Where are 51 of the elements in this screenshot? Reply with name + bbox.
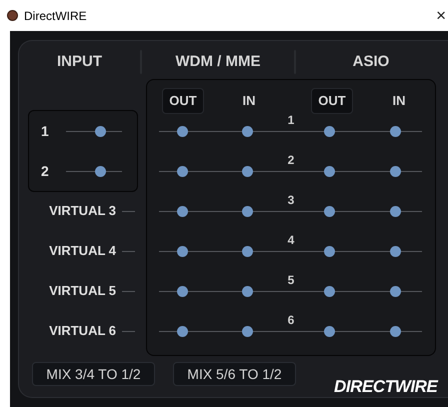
column-label: IN [392,92,406,110]
channel-number: 2 [288,154,294,166]
input-label: 1 [41,122,50,140]
route-node[interactable] [177,246,188,257]
mix-button[interactable]: MIX 5/6 TO 1/2 [173,362,296,386]
input-label: VIRTUAL 6 [49,322,116,340]
route-node[interactable] [390,286,401,297]
column-label: OUT [162,88,204,114]
column-group-header: WDM / MME [176,52,260,72]
route-node[interactable] [390,166,401,177]
input-label: VIRTUAL 4 [49,242,116,260]
route-node[interactable] [177,286,188,297]
column-group-header: INPUT [57,52,102,72]
route-node[interactable] [177,166,188,177]
route-node[interactable] [242,126,253,137]
route-node[interactable] [390,126,401,137]
route-node[interactable] [242,166,253,177]
route-node[interactable] [324,246,335,257]
route-node[interactable] [177,126,188,137]
channel-number: 4 [288,234,294,246]
channel-number: 1 [288,114,294,126]
input-label: VIRTUAL 5 [49,282,116,300]
input-label: VIRTUAL 3 [49,202,116,220]
input-label: 2 [41,162,50,180]
column-group-header: ASIO [352,52,390,72]
input-node[interactable] [95,166,106,176]
route-node[interactable] [390,326,401,337]
window-title: DirectWIRE [24,8,87,24]
column-label: OUT [311,88,353,114]
route-node[interactable] [177,206,188,217]
route-node[interactable] [242,206,253,217]
close-button[interactable]: × [436,7,446,24]
channel-number: 6 [288,314,294,326]
route-node[interactable] [390,206,401,217]
route-node[interactable] [390,246,401,257]
route-node[interactable] [324,286,335,297]
route-node[interactable] [177,326,188,337]
brand-logo: DIRECTWIRE [334,376,438,398]
route-node[interactable] [324,206,335,217]
route-node[interactable] [324,126,335,137]
channel-number: 3 [288,194,294,206]
route-node[interactable] [242,286,253,297]
input-node[interactable] [95,126,106,136]
route-node[interactable] [242,326,253,337]
app-icon [7,10,18,21]
route-node[interactable] [242,246,253,257]
mix-button[interactable]: MIX 3/4 TO 1/2 [32,362,155,386]
channel-number: 5 [288,274,294,286]
column-label: IN [242,92,256,110]
route-node[interactable] [324,166,335,177]
route-node[interactable] [324,326,335,337]
